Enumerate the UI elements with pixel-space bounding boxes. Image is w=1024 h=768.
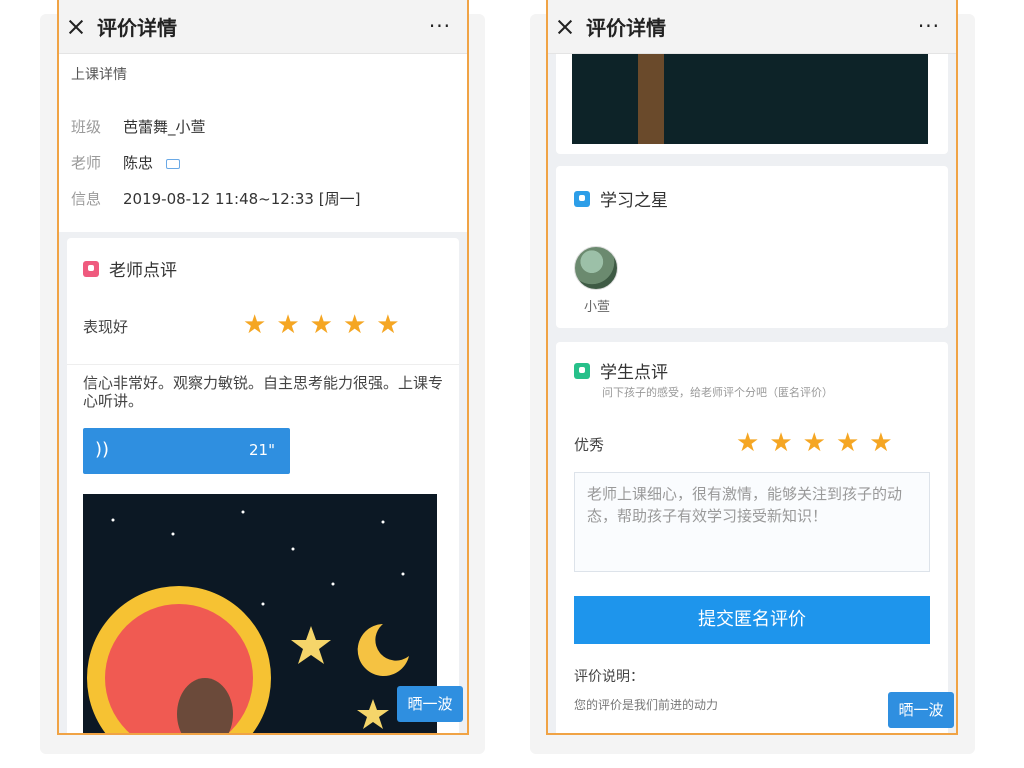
- divider: [67, 364, 459, 365]
- student-comment-input[interactable]: 老师上课细心，很有激情，能够关注到孩子的动态，帮助孩子有效学习接受新知识！: [574, 472, 930, 572]
- study-star-header: 学习之星: [574, 186, 668, 211]
- left-phone-screen: 评价详情 ··· 上课详情 班级 芭蕾舞_小萱 老师 陈忠 信息 2019-08-12…: [57, 0, 469, 735]
- share-button[interactable]: 晒一波: [397, 686, 463, 722]
- student-review-header: 学生点评: [574, 358, 668, 383]
- student-review-card: 学生点评 问下孩子的感受，给老师评个分吧（匿名评价） 优秀 ★ ★ ★ ★ ★ …: [556, 342, 948, 733]
- teacher-value: 陈忠: [123, 154, 154, 172]
- class-photo[interactable]: [83, 494, 437, 733]
- info-key: 信息: [71, 190, 102, 208]
- voice-duration: 21": [249, 441, 275, 459]
- submit-review-button[interactable]: 提交匿名评价: [574, 596, 930, 644]
- teacher-review-card: 老师点评 表现好 ★ ★ ★ ★ ★ 信心非常好。观察力敏锐。自主思考能力很强。…: [67, 238, 459, 733]
- student-rating-label: 优秀: [574, 436, 605, 454]
- info-row: 信息 2019-08-12 11:48~12:33 [周一]: [71, 188, 360, 209]
- info-value: 2019-08-12 11:48~12:33 [周一]: [123, 190, 361, 208]
- teacher-review-title: 老师点评: [109, 261, 177, 281]
- voice-icon: )): [95, 439, 110, 460]
- teacher-comment: 信心非常好。观察力敏锐。自主思考能力很强。上课专心听讲。: [83, 374, 444, 410]
- close-icon[interactable]: [67, 18, 85, 36]
- study-star-title: 学习之星: [600, 191, 668, 211]
- star-icon: ★: [243, 310, 267, 340]
- student-review-title: 学生点评: [600, 363, 668, 383]
- student-review-subtitle: 问下孩子的感受，给老师评个分吧（匿名评价）: [602, 386, 833, 399]
- student-name: 小萱: [584, 300, 611, 315]
- star-icon: ★: [276, 310, 300, 340]
- avatar[interactable]: [574, 246, 618, 290]
- teacher-row: 老师 陈忠: [71, 152, 180, 173]
- class-value: 芭蕾舞_小萱: [123, 118, 206, 136]
- contact-icon[interactable]: [165, 158, 180, 169]
- star-icon[interactable]: ★: [769, 430, 792, 456]
- teacher-rating-stars: ★ ★ ★ ★ ★: [243, 312, 400, 338]
- teacher-review-header: 老师点评: [83, 256, 177, 281]
- class-photo-art: [87, 510, 415, 733]
- study-star-card: 学习之星 小萱: [556, 166, 948, 328]
- voice-message-button[interactable]: )) 21": [83, 428, 290, 474]
- student-review-icon: [574, 362, 590, 379]
- review-note-title: 评价说明：: [574, 669, 644, 685]
- star-icon: ★: [376, 310, 400, 340]
- review-note-text: 您的评价是我们前进的动力: [574, 698, 719, 712]
- star-icon: ★: [309, 310, 333, 340]
- rating-label: 表现好: [83, 318, 129, 336]
- study-star-icon: [574, 190, 590, 207]
- more-icon[interactable]: ···: [918, 14, 940, 38]
- page-title: 评价详情: [97, 16, 177, 40]
- more-icon[interactable]: ···: [429, 14, 451, 38]
- class-photo-partial[interactable]: [572, 54, 928, 144]
- star-icon[interactable]: ★: [803, 430, 826, 456]
- class-row: 班级 芭蕾舞_小萱: [71, 116, 206, 137]
- star-icon[interactable]: ★: [736, 430, 759, 456]
- photo-card: [556, 54, 948, 154]
- teacher-review-icon: [83, 260, 99, 277]
- star-icon[interactable]: ★: [836, 430, 859, 456]
- title-bar: 评价详情 ···: [548, 0, 956, 54]
- class-key: 班级: [71, 118, 102, 136]
- class-info-panel: 上课详情 班级 芭蕾舞_小萱 老师 陈忠 信息 2019-08-12 11:48~12…: [59, 54, 467, 232]
- photo-detail: [638, 54, 664, 144]
- close-icon[interactable]: [556, 18, 574, 36]
- star-icon: ★: [342, 310, 367, 340]
- title-bar: 评价详情 ···: [59, 0, 467, 54]
- page-title: 评价详情: [586, 16, 666, 40]
- student-rating-stars[interactable]: ★ ★ ★ ★ ★: [736, 430, 893, 456]
- right-phone-screen: 评价详情 ··· 学习之星 小萱 学生点评 问下孩子的感受，给老师评个分吧（匿名…: [546, 0, 958, 735]
- share-button[interactable]: 晒一波: [888, 692, 954, 728]
- star-icon[interactable]: ★: [869, 430, 892, 456]
- class-info-label: 上课详情: [71, 67, 127, 83]
- teacher-key: 老师: [71, 154, 102, 172]
